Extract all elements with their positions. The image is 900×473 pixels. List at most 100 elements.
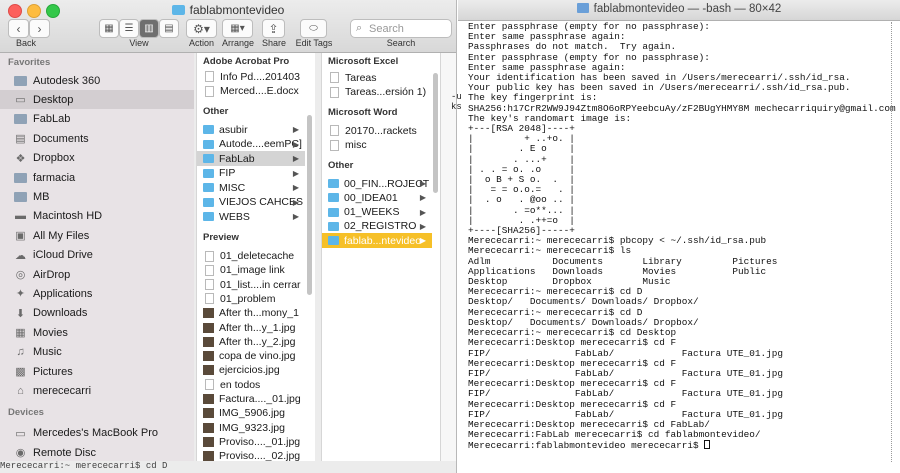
terminal-line: Merececarri:fablabmontevideo merececarri…: [468, 440, 888, 451]
view-list-button[interactable]: ☰: [119, 19, 139, 38]
item-label: ejercicios.jpg: [219, 364, 280, 377]
folder-item[interactable]: VIEJOS CAHCES ▶: [197, 195, 305, 210]
sidebar-item-label: Remote Disc: [33, 446, 96, 459]
image-thumbnail-icon: [203, 351, 214, 362]
sidebar-item-downloads[interactable]: ⬇ Downloads: [0, 304, 194, 323]
folder-item[interactable]: 00_IDEA01 ▶: [322, 190, 432, 205]
sidebar-item-mb[interactable]: MB: [0, 187, 194, 206]
search-input[interactable]: ⌕ Search: [350, 19, 452, 38]
file-item[interactable]: en todos: [197, 377, 305, 392]
sidebar-item-airdrop[interactable]: ◎ AirDrop: [0, 265, 194, 284]
file-item[interactable]: Info Pd....201403: [197, 69, 305, 84]
image-thumbnail-icon: [203, 308, 214, 319]
column-2: Microsoft Excel Tareas Tareas...ersión 1) M…: [321, 53, 440, 473]
chevron-right-icon: ›: [37, 21, 42, 36]
sidebar-item-applications[interactable]: ✦ Applications: [0, 284, 194, 303]
folder-item[interactable]: FIP ▶: [197, 166, 305, 181]
file-item[interactable]: Merced....E.docx: [197, 84, 305, 99]
folder-icon: [203, 212, 214, 221]
folder-item[interactable]: 01_WEEKS ▶: [322, 205, 432, 220]
item-label: After th...y_1.jpg: [219, 321, 296, 334]
image-file-item[interactable]: Factura...._01.jpg: [197, 392, 305, 407]
dropbox-icon: ❖: [15, 152, 26, 165]
view-icon-button[interactable]: ▦: [99, 19, 119, 38]
view-coverflow-button[interactable]: ▤: [159, 19, 179, 38]
folder-icon: [14, 113, 27, 126]
folder-item[interactable]: asubir ▶: [197, 122, 305, 137]
item-label: After th...mony_1: [219, 307, 299, 320]
folder-item[interactable]: Autode....eemPC] ▶: [197, 137, 305, 152]
terminal-scrollbar-track[interactable]: [891, 22, 896, 462]
file-item[interactable]: Tareas...ersión 1): [322, 85, 432, 100]
window-title: fablabmontevideo: [0, 3, 456, 17]
music-icon: ♫: [16, 346, 25, 359]
favorites-header: Favorites: [8, 57, 51, 68]
harddisk-icon: ▬: [15, 210, 26, 223]
sidebar-item-label: Pictures: [33, 365, 73, 378]
item-label: Factura...._01.jpg: [219, 393, 301, 405]
image-thumbnail-icon: [203, 365, 214, 376]
folder-item[interactable]: 02_REGISTRO ▶: [322, 219, 432, 234]
folder-icon: [328, 207, 339, 217]
image-file-item[interactable]: After th...mony_1: [197, 306, 305, 321]
share-button[interactable]: ⇪: [262, 19, 285, 38]
file-item[interactable]: Tareas: [322, 70, 432, 85]
list-icon: ☰: [124, 23, 134, 34]
file-item[interactable]: 01_list....in cerrar: [197, 277, 305, 292]
image-file-item[interactable]: Proviso...._01.jpg: [197, 434, 305, 449]
arrange-button[interactable]: ▦▾: [222, 19, 253, 38]
column-2-scrollbar[interactable]: [433, 73, 438, 193]
sidebar-item-desktop[interactable]: ▭ Desktop: [0, 90, 194, 110]
item-label: 01_list....in cerrar: [220, 278, 301, 291]
view-columns-button[interactable]: ▥: [139, 19, 159, 38]
folder-item[interactable]: fablab...ntevideo ▶: [322, 233, 432, 249]
image-file-item[interactable]: ejercicios.jpg: [197, 363, 305, 378]
image-file-item[interactable]: After th...y_1.jpg: [197, 320, 305, 335]
action-button[interactable]: ⚙▾: [186, 19, 217, 38]
sidebar-item-all-my-files[interactable]: ▣ All My Files: [0, 226, 194, 245]
file-item[interactable]: 01_problem: [197, 291, 305, 306]
sidebar-item-autodesk-360[interactable]: Autodesk 360: [0, 71, 194, 90]
item-label: After th...y_2.jpg: [219, 335, 296, 348]
file-item[interactable]: 01_image link: [197, 263, 305, 278]
image-file-item[interactable]: After th...y_2.jpg: [197, 334, 305, 349]
folder-item[interactable]: MISC ▶: [197, 180, 305, 195]
sidebar-item-mercedes-s-macbook-pro[interactable]: ▭ Mercedes's MacBook Pro: [0, 424, 194, 443]
sidebar-item-merececarri[interactable]: ⌂ merececarri: [0, 381, 194, 400]
terminal-output[interactable]: Enter passphrase (empty for no passphras…: [468, 21, 896, 452]
back-button[interactable]: ‹: [8, 19, 29, 38]
sidebar-item-icloud-drive[interactable]: ☁ iCloud Drive: [0, 246, 194, 265]
image-file-item[interactable]: IMG_5906.jpg: [197, 406, 305, 421]
gear-icon: ⚙▾: [193, 21, 210, 36]
sidebar-item-label: Autodesk 360: [33, 74, 101, 87]
sidebar-item-documents[interactable]: ▤ Documents: [0, 129, 194, 148]
file-item[interactable]: 20170...rackets: [322, 123, 432, 138]
sidebar-item-label: Macintosh HD: [33, 210, 103, 223]
sidebar-item-music[interactable]: ♫ Music: [0, 343, 194, 362]
folder-item[interactable]: FabLab ▶: [197, 151, 305, 166]
disc-icon: ◉: [15, 447, 26, 460]
forward-button[interactable]: ›: [29, 19, 50, 38]
sidebar-item-pictures[interactable]: ▩ Pictures: [0, 362, 194, 381]
image-file-item[interactable]: copa de vino.jpg: [197, 349, 305, 364]
sidebar-item-remote-disc[interactable]: ◉ Remote Disc: [0, 443, 194, 462]
item-label: Tareas: [345, 71, 377, 84]
finder-window: fablabmontevideo ‹ › Back ▦ ☰ ▥ ▤ View ⚙…: [0, 0, 457, 473]
folder-item[interactable]: 00_FIN...ROJECT ▶: [322, 176, 432, 191]
sidebar-item-movies[interactable]: ▦ Movies: [0, 323, 194, 342]
edit-tags-button[interactable]: ⬭: [300, 19, 327, 38]
image-file-item[interactable]: IMG_9323.jpg: [197, 420, 305, 435]
finder-toolbar: fablabmontevideo ‹ › Back ▦ ☰ ▥ ▤ View ⚙…: [0, 0, 456, 53]
file-item[interactable]: misc: [322, 138, 432, 153]
item-label: Tareas...ersión 1): [345, 86, 427, 98]
sidebar-item-macintosh-hd[interactable]: ▬ Macintosh HD: [0, 207, 194, 226]
sidebar-item-farmacia[interactable]: farmacia: [0, 168, 194, 187]
column-1-scrollbar[interactable]: [307, 115, 312, 295]
file-item[interactable]: 01_deletecache: [197, 249, 305, 264]
terminal-window[interactable]: fablabmontevideo — -bash — 80×42 Enter p…: [458, 0, 900, 473]
terminal-line-text: Merececarri:fablabmontevideo merececarri…: [468, 440, 705, 452]
sidebar-item-fablab[interactable]: FabLab: [0, 110, 194, 129]
folder-icon: [171, 5, 185, 15]
folder-item[interactable]: WEBS ▶: [197, 209, 305, 224]
sidebar-item-dropbox[interactable]: ❖ Dropbox: [0, 149, 194, 168]
